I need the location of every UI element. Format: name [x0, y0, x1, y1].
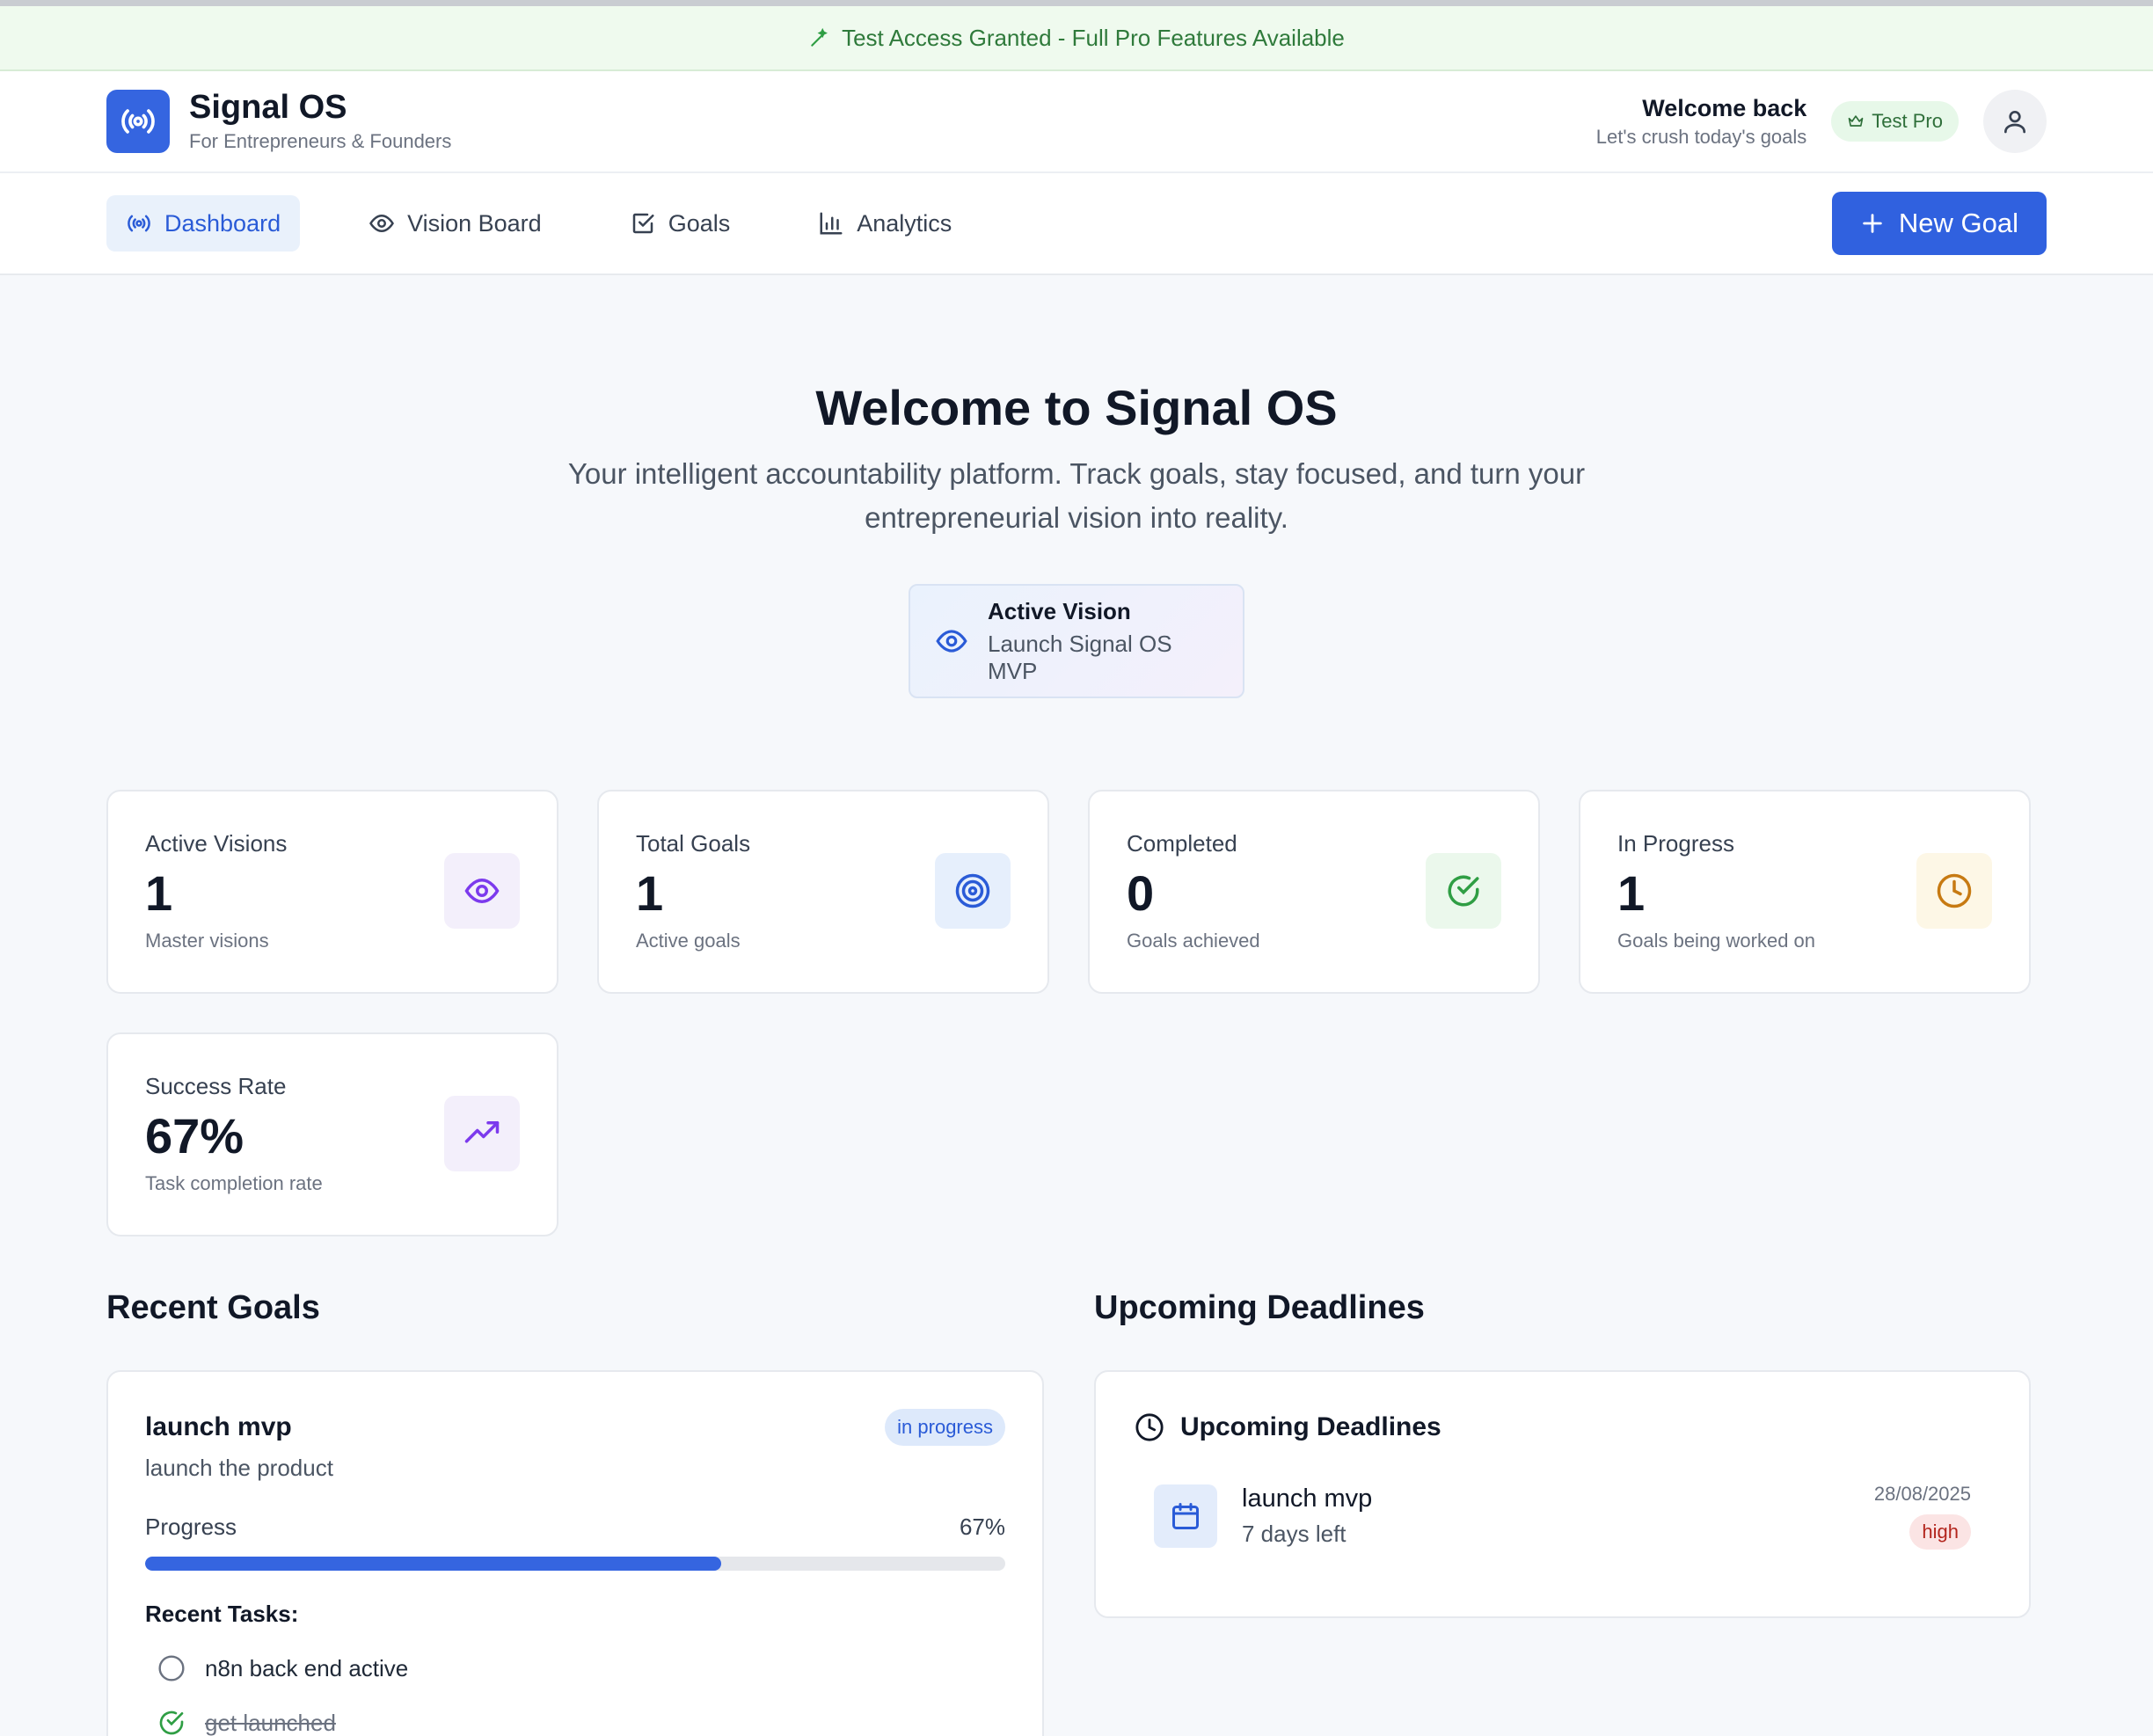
- banner-text: Test Access Granted - Full Pro Features …: [842, 24, 1345, 51]
- stat-card-completed: Completed 0 Goals achieved: [1088, 790, 1540, 994]
- task-label: n8n back end active: [205, 1654, 409, 1681]
- upcoming-deadlines-title: Upcoming Deadlines: [1094, 1289, 1425, 1326]
- clock-icon: [1135, 1413, 1164, 1441]
- checkbox-icon: [632, 213, 654, 234]
- stat-subtitle: Task completion rate: [145, 1171, 323, 1194]
- goal-description: launch the product: [145, 1455, 333, 1481]
- deadline-date: 28/08/2025: [1873, 1483, 1971, 1505]
- deadline-text: launch mvp 7 days left: [1242, 1484, 1372, 1548]
- stat-subtitle: Goals being worked on: [1617, 929, 1816, 952]
- eye-icon: [936, 630, 967, 653]
- recent-goal-card[interactable]: launch mvp launch the product in progres…: [106, 1370, 1044, 1736]
- recent-goals-title: Recent Goals: [106, 1289, 320, 1326]
- priority-badge: high: [1909, 1514, 1971, 1550]
- stat-subtitle: Master visions: [145, 929, 269, 952]
- check-circle-icon[interactable]: [157, 1709, 186, 1736]
- header-right: Welcome back Let's crush today's goals T…: [1596, 90, 2047, 153]
- app-logo[interactable]: [106, 90, 170, 153]
- stat-card-in-progress: In Progress 1 Goals being worked on: [1579, 790, 2031, 994]
- active-vision-card[interactable]: Active Vision Launch Signal OS MVP: [909, 584, 1244, 698]
- active-vision-value: Launch Signal OS MVP: [988, 630, 1172, 684]
- brand: Signal OS For Entrepreneurs & Founders: [189, 89, 452, 153]
- progress-bar-fill: [145, 1557, 722, 1571]
- deadline-item[interactable]: launch mvp 7 days left 28/08/2025 high: [1135, 1483, 1990, 1550]
- active-vision-text: Active Vision Launch Signal OS MVP: [988, 598, 1218, 685]
- user-avatar-button[interactable]: [1983, 90, 2047, 153]
- stat-subtitle: Active goals: [636, 929, 741, 952]
- stat-icon-box: [444, 853, 520, 929]
- deadline-remaining: 7 days left: [1242, 1521, 1347, 1547]
- welcome-subtitle: Let's crush today's goals: [1595, 125, 1807, 148]
- app-header: Signal OS For Entrepreneurs & Founders W…: [0, 71, 2153, 173]
- active-vision-label: Active Vision: [988, 597, 1131, 624]
- upcoming-deadlines-card: Upcoming Deadlines launch mvp 7 days lef…: [1094, 1370, 2031, 1618]
- progress-label: Progress: [145, 1514, 237, 1540]
- plan-badge: Test Pro: [1831, 101, 1959, 142]
- progress-percent: 67%: [959, 1514, 1005, 1540]
- check-circle-icon: [1448, 875, 1479, 907]
- crown-icon: [1848, 115, 1864, 127]
- stat-icon-box: [1916, 853, 1992, 929]
- eye-icon: [464, 878, 500, 904]
- window-top-border: [0, 0, 2153, 6]
- welcome-block: Welcome back Let's crush today's goals: [1596, 95, 1807, 149]
- progress-row: Progress 67%: [145, 1514, 1005, 1541]
- hero-section: Welcome to Signal OS Your intelligent ac…: [0, 275, 2153, 698]
- plan-badge-label: Test Pro: [1872, 110, 1943, 132]
- test-access-banner: Test Access Granted - Full Pro Features …: [0, 6, 2153, 71]
- plus-icon: [1863, 214, 1882, 233]
- wand-icon: [811, 27, 828, 47]
- stats-grid: Active Visions 1 Master visions Total Go…: [106, 790, 2031, 1236]
- nav-goals-label: Goals: [668, 209, 731, 237]
- stat-card-success-rate: Success Rate 67% Task completion rate: [106, 1032, 558, 1236]
- app-tagline: For Entrepreneurs & Founders: [189, 129, 452, 152]
- goal-status-badge: in progress: [885, 1409, 1005, 1446]
- target-icon: [955, 873, 990, 908]
- nav-vision-board[interactable]: Vision Board: [349, 195, 561, 252]
- trending-up-icon: [464, 1121, 500, 1143]
- welcome-title: Welcome back: [1642, 94, 1807, 121]
- task-label: get launched: [205, 1709, 336, 1736]
- deadline-meta: 28/08/2025 high: [1874, 1483, 1971, 1550]
- clock-icon: [1937, 873, 1972, 908]
- user-icon: [2004, 110, 2025, 134]
- nav-analytics[interactable]: Analytics: [799, 195, 971, 252]
- hero-subtitle: Your intelligent accountability platform…: [567, 457, 1586, 534]
- nav-dashboard[interactable]: Dashboard: [106, 195, 301, 252]
- stat-card-active-visions: Active Visions 1 Master visions: [106, 790, 558, 994]
- progress-bar: [145, 1557, 1005, 1571]
- recent-tasks-title: Recent Tasks:: [145, 1601, 299, 1627]
- hero-title: Welcome to Signal OS: [815, 380, 1338, 435]
- new-goal-button[interactable]: New Goal: [1831, 192, 2047, 255]
- broadcast-icon: [128, 215, 150, 232]
- nav-vision-board-label: Vision Board: [407, 209, 542, 237]
- new-goal-label: New Goal: [1898, 208, 2018, 238]
- deadline-icon-box: [1154, 1484, 1217, 1548]
- nav-goals[interactable]: Goals: [610, 195, 750, 252]
- deadlines-card-header: Upcoming Deadlines: [1135, 1412, 1990, 1442]
- app-name: Signal OS: [189, 89, 347, 127]
- nav-dashboard-label: Dashboard: [164, 209, 281, 237]
- deadlines-card-title: Upcoming Deadlines: [1180, 1412, 1441, 1441]
- stat-subtitle: Goals achieved: [1127, 929, 1260, 952]
- stat-icon-box: [444, 1096, 520, 1171]
- deadline-title: launch mvp: [1242, 1484, 1373, 1513]
- main-nav: Dashboard Vision Board Goals Analytics N…: [0, 173, 2153, 275]
- bar-chart-icon: [820, 212, 843, 235]
- broadcast-icon: [121, 109, 155, 134]
- stat-icon-box: [935, 853, 1011, 929]
- goal-title: launch mvp: [145, 1412, 292, 1441]
- calendar-icon: [1172, 1503, 1199, 1529]
- eye-icon: [369, 214, 395, 233]
- task-item[interactable]: n8n back end active: [145, 1654, 1005, 1682]
- circle-icon[interactable]: [157, 1654, 186, 1682]
- stat-card-total-goals: Total Goals 1 Active goals: [597, 790, 1049, 994]
- nav-analytics-label: Analytics: [857, 209, 952, 237]
- task-item[interactable]: get launched: [145, 1709, 1005, 1736]
- stat-icon-box: [1426, 853, 1501, 929]
